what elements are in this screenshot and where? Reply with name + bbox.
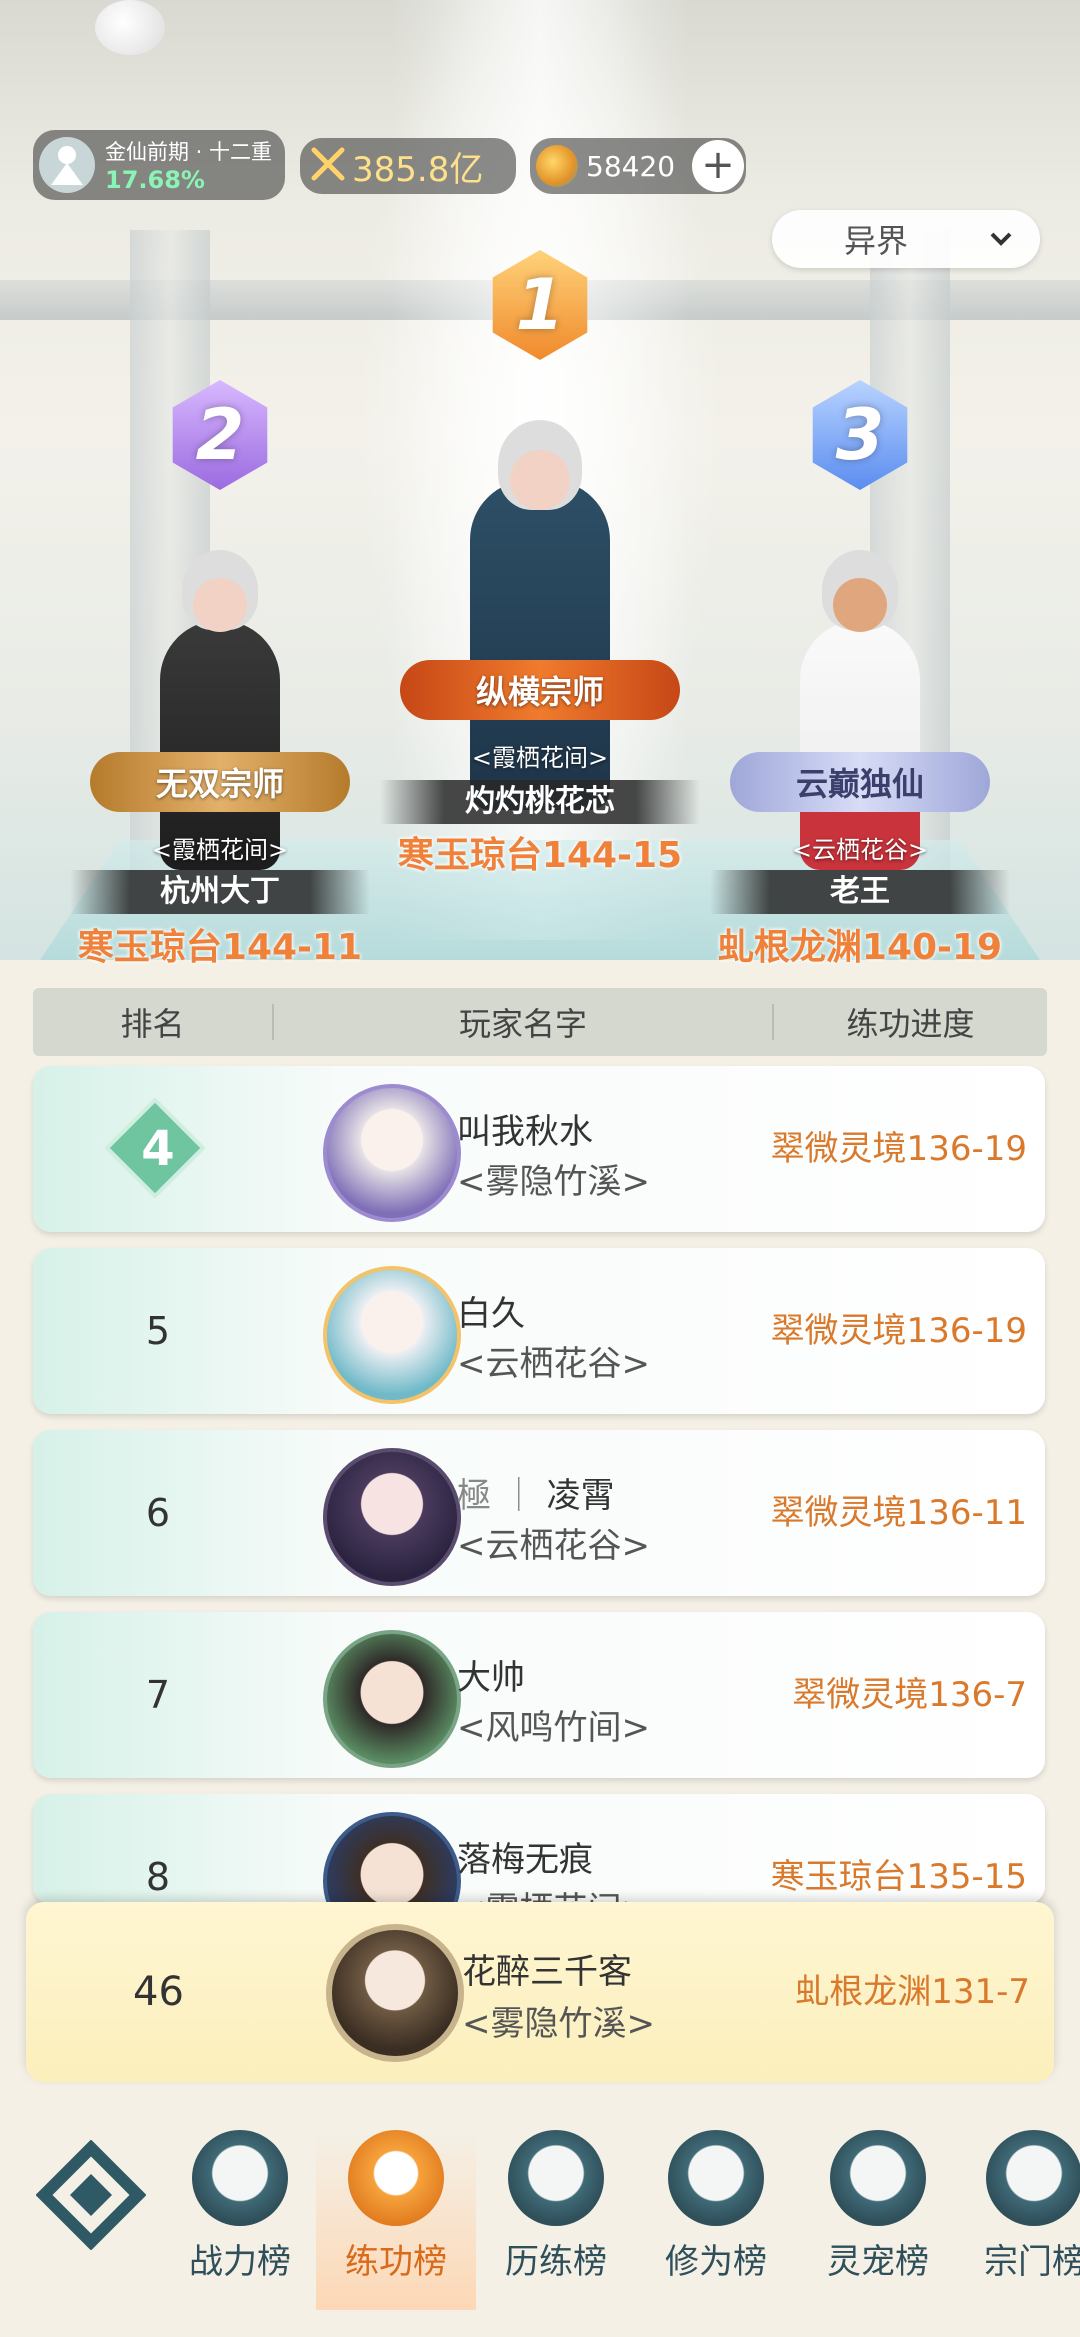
avatar[interactable] <box>323 1266 461 1404</box>
rank-2-title: 无双宗师 <box>90 752 350 812</box>
rank-2-number: 2 <box>195 394 245 476</box>
rank-2-progress: 寒玉琼台144-11 <box>77 927 363 968</box>
table-row[interactable]: 8 落梅无痕 <霞栖花间> 寒玉琼台135-15 <box>33 1794 1045 1904</box>
crossed-swords-icon <box>310 146 346 186</box>
star-icon <box>508 2130 604 2226</box>
tab-sect-ranking[interactable]: 宗门榜 <box>956 2130 1080 2310</box>
row-rank: 7 <box>145 1673 171 1717</box>
avatar[interactable] <box>323 1084 461 1222</box>
my-name[interactable]: 花醉三千客 <box>462 1944 632 1993</box>
combat-power-value: 385.8亿 <box>352 149 484 190</box>
avatar[interactable] <box>323 1812 461 1904</box>
row-rank: 6 <box>145 1491 171 1535</box>
tab-label: 修为榜 <box>665 2242 767 2282</box>
rank-1-emblem: 1 <box>465 245 615 365</box>
player-sect: <雾隐竹溪> <box>457 1162 650 1202</box>
tab-power-ranking[interactable]: 战力榜 <box>160 2130 320 2310</box>
rank-3-emblem: 3 <box>785 375 935 495</box>
book-icon <box>668 2130 764 2226</box>
rank-3-name[interactable]: 老王 <box>710 870 1010 914</box>
header-rank: 排名 <box>120 1005 185 1043</box>
add-currency-button[interactable]: + <box>692 140 744 192</box>
tab-pet-ranking[interactable]: 灵宠榜 <box>798 2130 958 2310</box>
my-rank-row[interactable]: 46 花醉三千客 <雾隐竹溪> 虬根龙渊131-7 <box>26 1902 1054 2082</box>
player-name[interactable]: 叫我秋水 <box>457 1104 593 1153</box>
player-progress: 翠微灵境136-11 <box>770 1493 1027 1533</box>
rank-1-progress: 寒玉琼台144-15 <box>397 835 683 876</box>
player-sect: <云栖花谷> <box>457 1344 650 1384</box>
player-name-group[interactable]: 極 ｜ 凌霄 <box>457 1468 615 1517</box>
rank-1-title: 纵横宗师 <box>400 660 680 720</box>
row-rank: 5 <box>145 1309 171 1353</box>
sword-icon <box>192 2130 288 2226</box>
avatar[interactable] <box>323 1630 461 1768</box>
player-sect: <云栖花谷> <box>457 1526 650 1566</box>
player-sect: <霞栖花间> <box>457 1882 650 1904</box>
combat-power[interactable]: 385.8亿 <box>300 138 516 194</box>
moon-decoration <box>95 0 165 55</box>
realm-percent: 17.68% <box>105 166 205 194</box>
player-progress: 翠微灵境136-19 <box>770 1129 1027 1169</box>
player-avatar-icon <box>39 137 95 193</box>
rank-2-sect: <霞栖花间> <box>151 836 289 864</box>
tab-label: 宗门榜 <box>984 2242 1080 2282</box>
realm-status[interactable]: 金仙前期 · 十二重 17.68% <box>33 130 285 200</box>
player-name[interactable]: 大帅 <box>457 1650 525 1699</box>
my-avatar[interactable] <box>326 1924 464 2062</box>
my-rank: 46 <box>133 1969 184 2015</box>
my-progress: 虬根龙渊131-7 <box>795 1972 1030 2012</box>
tab-cultivation-ranking[interactable]: 修为榜 <box>636 2130 796 2310</box>
tab-label: 历练榜 <box>505 2242 607 2282</box>
chevron-down-icon <box>990 232 1012 246</box>
player-name[interactable]: 凌霄 <box>547 1476 615 1516</box>
player-title-prefix: 極 ｜ <box>457 1476 536 1516</box>
pet-icon <box>830 2130 926 2226</box>
table-row[interactable]: 4 叫我秋水 <雾隐竹溪> 翠微灵境136-19 <box>33 1066 1045 1232</box>
rank-1-sect: <霞栖花间> <box>471 744 609 772</box>
row-rank: 4 <box>141 1121 175 1177</box>
tab-label: 练功榜 <box>345 2242 447 2282</box>
player-sect: <风鸣竹间> <box>457 1708 650 1748</box>
tab-practice-ranking[interactable]: 练功榜 <box>316 2130 476 2310</box>
tab-label: 战力榜 <box>189 2242 291 2282</box>
player-name[interactable]: 落梅无痕 <box>457 1832 593 1881</box>
tab-label: 灵宠榜 <box>827 2242 929 2282</box>
spirit-coin-icon <box>536 145 578 187</box>
realm-name: 金仙前期 · 十二重 <box>105 140 273 164</box>
header-player-name: 玩家名字 <box>459 1005 588 1043</box>
rank-3-sect: <云栖花谷> <box>791 836 929 864</box>
rank-1-name[interactable]: 灼灼桃花芯 <box>380 780 700 824</box>
rank-3-title: 云巅独仙 <box>730 752 990 812</box>
rank-3-progress: 虬根龙渊140-19 <box>717 927 1003 968</box>
rank-2-emblem: 2 <box>145 375 295 495</box>
player-name[interactable]: 白久 <box>457 1286 525 1335</box>
rank-2-name[interactable]: 杭州大丁 <box>70 870 370 914</box>
rank-3-number: 3 <box>835 394 885 476</box>
table-row[interactable]: 5 白久 <云栖花谷> 翠微灵境136-19 <box>33 1248 1045 1414</box>
currency[interactable]: 58420 + <box>530 138 746 194</box>
player-progress: 寒玉琼台135-15 <box>770 1857 1027 1897</box>
tab-experience-ranking[interactable]: 历练榜 <box>476 2130 636 2310</box>
home-diamond-icon[interactable] <box>36 2140 146 2250</box>
avatar[interactable] <box>323 1448 461 1586</box>
player-progress: 翠微灵境136-7 <box>792 1675 1027 1715</box>
rank-1-number: 1 <box>515 264 565 346</box>
player-progress: 翠微灵境136-19 <box>770 1311 1027 1351</box>
scroll-icon <box>986 2130 1080 2226</box>
server-dropdown[interactable]: 异界 <box>772 210 1040 268</box>
header-progress: 练功进度 <box>846 1005 975 1043</box>
my-sect: <雾隐竹溪> <box>462 2004 655 2044</box>
yin-yang-icon <box>348 2130 444 2226</box>
row-rank: 8 <box>145 1855 171 1899</box>
ranking-table-header: 排名 玩家名字 练功进度 <box>33 988 1047 1056</box>
table-row[interactable]: 6 極 ｜ 凌霄 <云栖花谷> 翠微灵境136-11 <box>33 1430 1045 1596</box>
currency-value: 58420 <box>586 149 676 183</box>
table-row[interactable]: 7 大帅 <风鸣竹间> 翠微灵境136-7 <box>33 1612 1045 1778</box>
server-dropdown-label: 异界 <box>844 222 909 260</box>
